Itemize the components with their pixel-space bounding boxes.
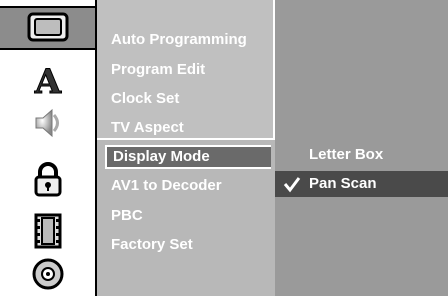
- svg-text:A: A: [33, 62, 61, 98]
- menu-item-factory-set[interactable]: Factory Set: [111, 233, 193, 257]
- menu-item-auto-programming[interactable]: Auto Programming: [111, 28, 247, 52]
- film-icon: [34, 213, 61, 249]
- tv-icon: [27, 12, 68, 42]
- disc-icon-cell[interactable]: [0, 252, 95, 296]
- option-pan-scan[interactable]: Pan Scan: [275, 171, 448, 197]
- menu-item-program-edit[interactable]: Program Edit: [111, 58, 205, 82]
- setup-menu-screen: A Auto Programming Program Edit Clock Se…: [0, 0, 448, 296]
- menu-item-clock-set[interactable]: Clock Set: [111, 87, 179, 111]
- tv-icon-cell[interactable]: [0, 6, 95, 50]
- disc-icon: [32, 258, 63, 290]
- audio-icon: [35, 108, 59, 138]
- menu-item-display-mode[interactable]: Display Mode: [105, 145, 271, 169]
- option-label: Letter Box: [309, 146, 384, 163]
- menu-item-tv-aspect[interactable]: TV Aspect: [111, 116, 184, 140]
- options-panel: Letter Box Pan Scan: [275, 0, 448, 296]
- category-icon-column: A: [0, 0, 97, 296]
- lock-icon: [34, 162, 61, 197]
- checkmark-icon: [283, 177, 301, 193]
- lock-icon-cell[interactable]: [0, 158, 95, 202]
- language-icon-cell[interactable]: A: [0, 58, 95, 102]
- option-letter-box[interactable]: Letter Box: [275, 142, 448, 168]
- setup-menu-list: Auto Programming Program Edit Clock Set …: [97, 0, 275, 296]
- film-icon-cell[interactable]: [0, 209, 95, 253]
- option-label: Pan Scan: [309, 175, 377, 192]
- menu-item-pbc[interactable]: PBC: [111, 204, 143, 228]
- language-icon: A: [33, 62, 62, 98]
- audio-icon-cell[interactable]: [0, 101, 95, 145]
- menu-item-av1-to-decoder[interactable]: AV1 to Decoder: [111, 174, 222, 198]
